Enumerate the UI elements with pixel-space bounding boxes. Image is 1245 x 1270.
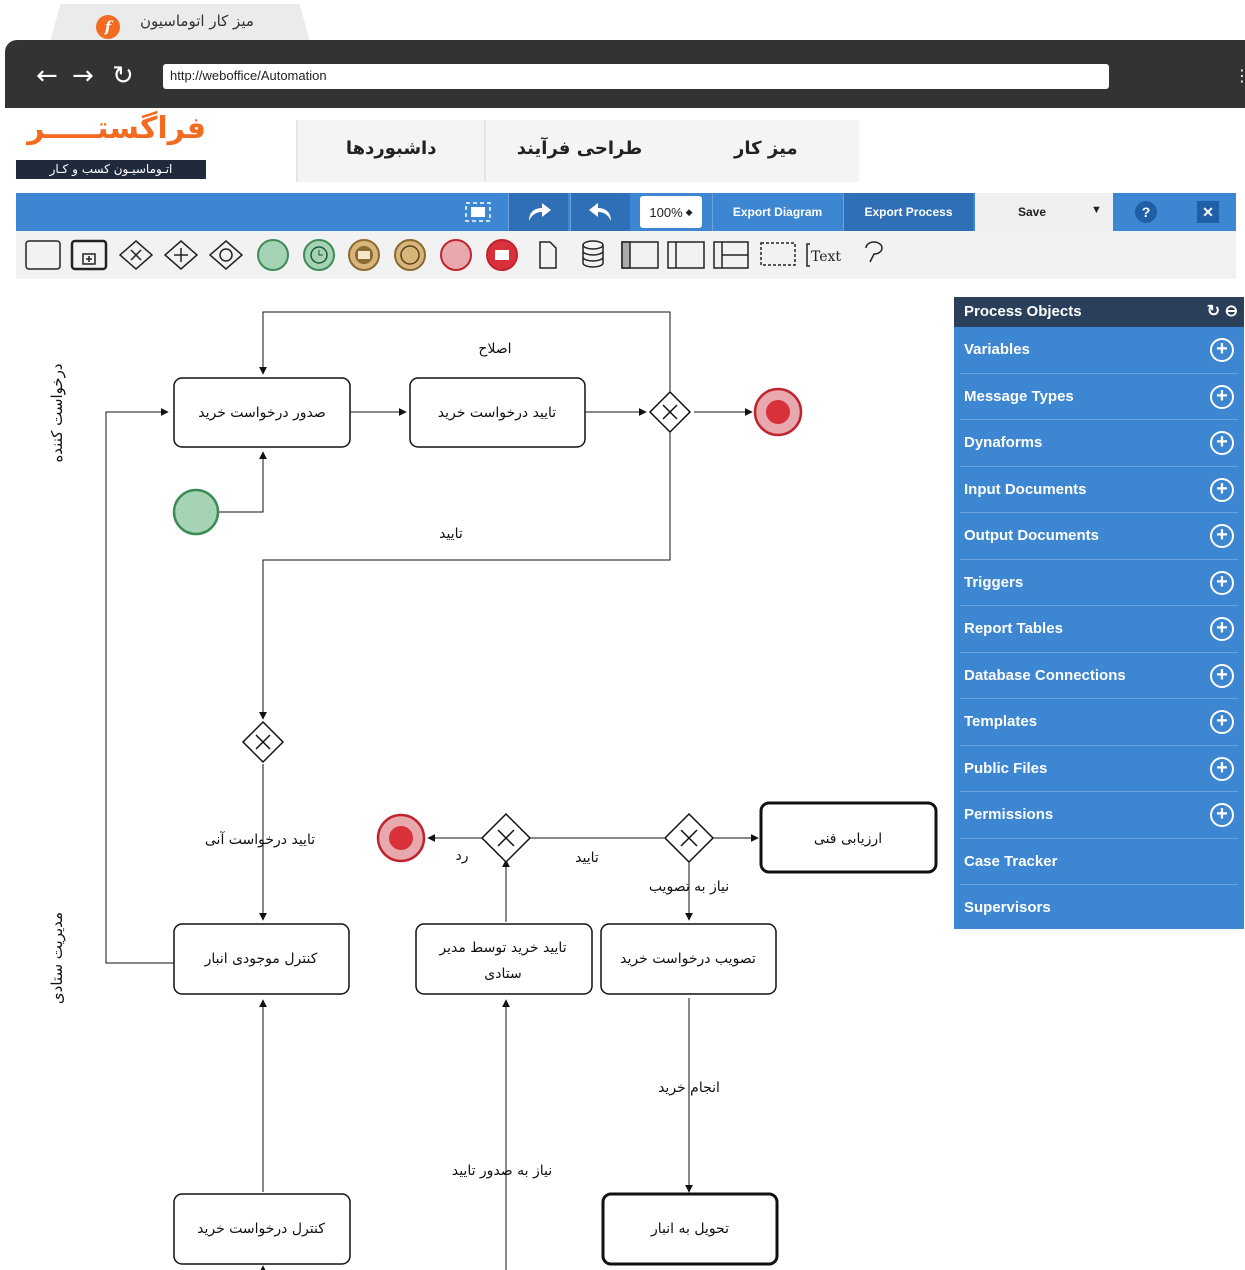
flow-label: نیاز به صدور تایید (452, 1163, 552, 1179)
panel-item-label: Triggers (964, 573, 1024, 591)
panel-item-templates[interactable]: Templates + (960, 699, 1238, 746)
add-icon[interactable]: + (1210, 617, 1234, 641)
panel-item-label: Case Tracker (964, 852, 1058, 870)
panel-item-label: Input Documents (964, 480, 1087, 498)
panel-item-public-files[interactable]: Public Files + (960, 746, 1238, 792)
start-event[interactable] (172, 488, 220, 536)
add-icon[interactable]: + (1210, 663, 1234, 688)
panel-item-message-types[interactable]: Message Types + (960, 374, 1238, 420)
panel-item-label: Database Connections (964, 666, 1126, 684)
add-icon[interactable]: + (1210, 524, 1234, 548)
panel-item-output-documents[interactable]: Output Documents + (960, 513, 1238, 560)
panel-item-dynaforms[interactable]: Dynaforms + (960, 420, 1238, 467)
task-label: تایید خرید توسط مدیر (438, 940, 566, 956)
panel-title: Process Objects (964, 303, 1082, 320)
flow-label: اصلاح (478, 341, 511, 357)
add-icon[interactable]: + (1210, 477, 1234, 502)
flow-label: تایید (439, 526, 463, 542)
add-icon[interactable]: + (1210, 803, 1234, 827)
panel-item-label: Report Tables (964, 620, 1063, 637)
flow-t4-t1 (105, 408, 174, 964)
flow-label: انجام خرید (658, 1080, 720, 1096)
exclusive-gateway[interactable] (663, 812, 715, 864)
task-manager-approval[interactable] (415, 923, 593, 995)
end-event[interactable] (753, 387, 803, 437)
flow-label: تایید (575, 850, 599, 866)
panel-header: Process Objects ↻ ⊖ (954, 297, 1244, 327)
flow-start-t1 (219, 451, 267, 513)
task-label: ستادی (484, 966, 521, 982)
exclusive-gateway[interactable] (648, 390, 692, 434)
panel-item-label: Permissions (964, 806, 1054, 823)
task-label: صدور درخواست خرید (198, 405, 326, 421)
lane-label-requester: درخواست کننده (48, 363, 66, 462)
exclusive-gateway[interactable] (241, 720, 285, 764)
flow-label: تایید درخواست آنی (205, 831, 315, 848)
add-icon[interactable]: + (1210, 710, 1234, 734)
task-label: کنترل موجودی انبار (204, 951, 318, 967)
add-icon[interactable]: + (1210, 431, 1234, 455)
collapse-icon[interactable]: ⊖ (1225, 303, 1238, 320)
panel-item-case-tracker[interactable]: Case Tracker (960, 839, 1238, 885)
flow-approve (259, 431, 671, 720)
panel-item-label: Dynaforms (964, 434, 1043, 451)
panel-item-permissions[interactable]: Permissions + (960, 792, 1238, 839)
task-label: تحویل به انبار (650, 1221, 729, 1237)
task-label: تصویب درخواست خرید (620, 951, 756, 967)
panel-item-label: Variables (964, 341, 1030, 358)
panel-item-report-tables[interactable]: Report Tables + (960, 606, 1238, 653)
panel-item-label: Public Files (964, 759, 1048, 777)
exclusive-gateway[interactable] (480, 812, 532, 864)
lane-label-management: مدیریت ستادی (48, 912, 66, 1004)
panel-item-database-connections[interactable]: Database Connections + (960, 653, 1238, 699)
panel-item-label: Message Types (964, 387, 1074, 405)
end-event[interactable] (376, 813, 426, 863)
flow-label: نیاز به تصویب (649, 879, 729, 895)
panel-item-variables[interactable]: Variables + (960, 327, 1238, 374)
task-label: تایید درخواست خرید (438, 405, 557, 421)
flow-label: رد (456, 848, 469, 864)
panel-item-input-documents[interactable]: Input Documents + (960, 467, 1238, 513)
panel-item-label: Output Documents (964, 527, 1099, 544)
panel-item-label: Templates (964, 713, 1038, 730)
task-label: کنترل درخواست خرید (197, 1221, 325, 1237)
panel-item-triggers[interactable]: Triggers + (960, 560, 1238, 606)
refresh-icon[interactable]: ↻ (1207, 303, 1220, 320)
add-icon[interactable]: + (1210, 384, 1234, 409)
process-objects-panel: Process Objects ↻ ⊖ Variables + Message Ty… (954, 297, 1244, 929)
panel-item-label: Supervisors (964, 899, 1051, 916)
task-label: ارزیابی فنی (814, 831, 882, 847)
panel-item-supervisors[interactable]: Supervisors (960, 885, 1238, 932)
add-icon[interactable]: + (1210, 570, 1234, 595)
add-icon[interactable]: + (1210, 338, 1234, 362)
add-icon[interactable]: + (1210, 756, 1234, 781)
